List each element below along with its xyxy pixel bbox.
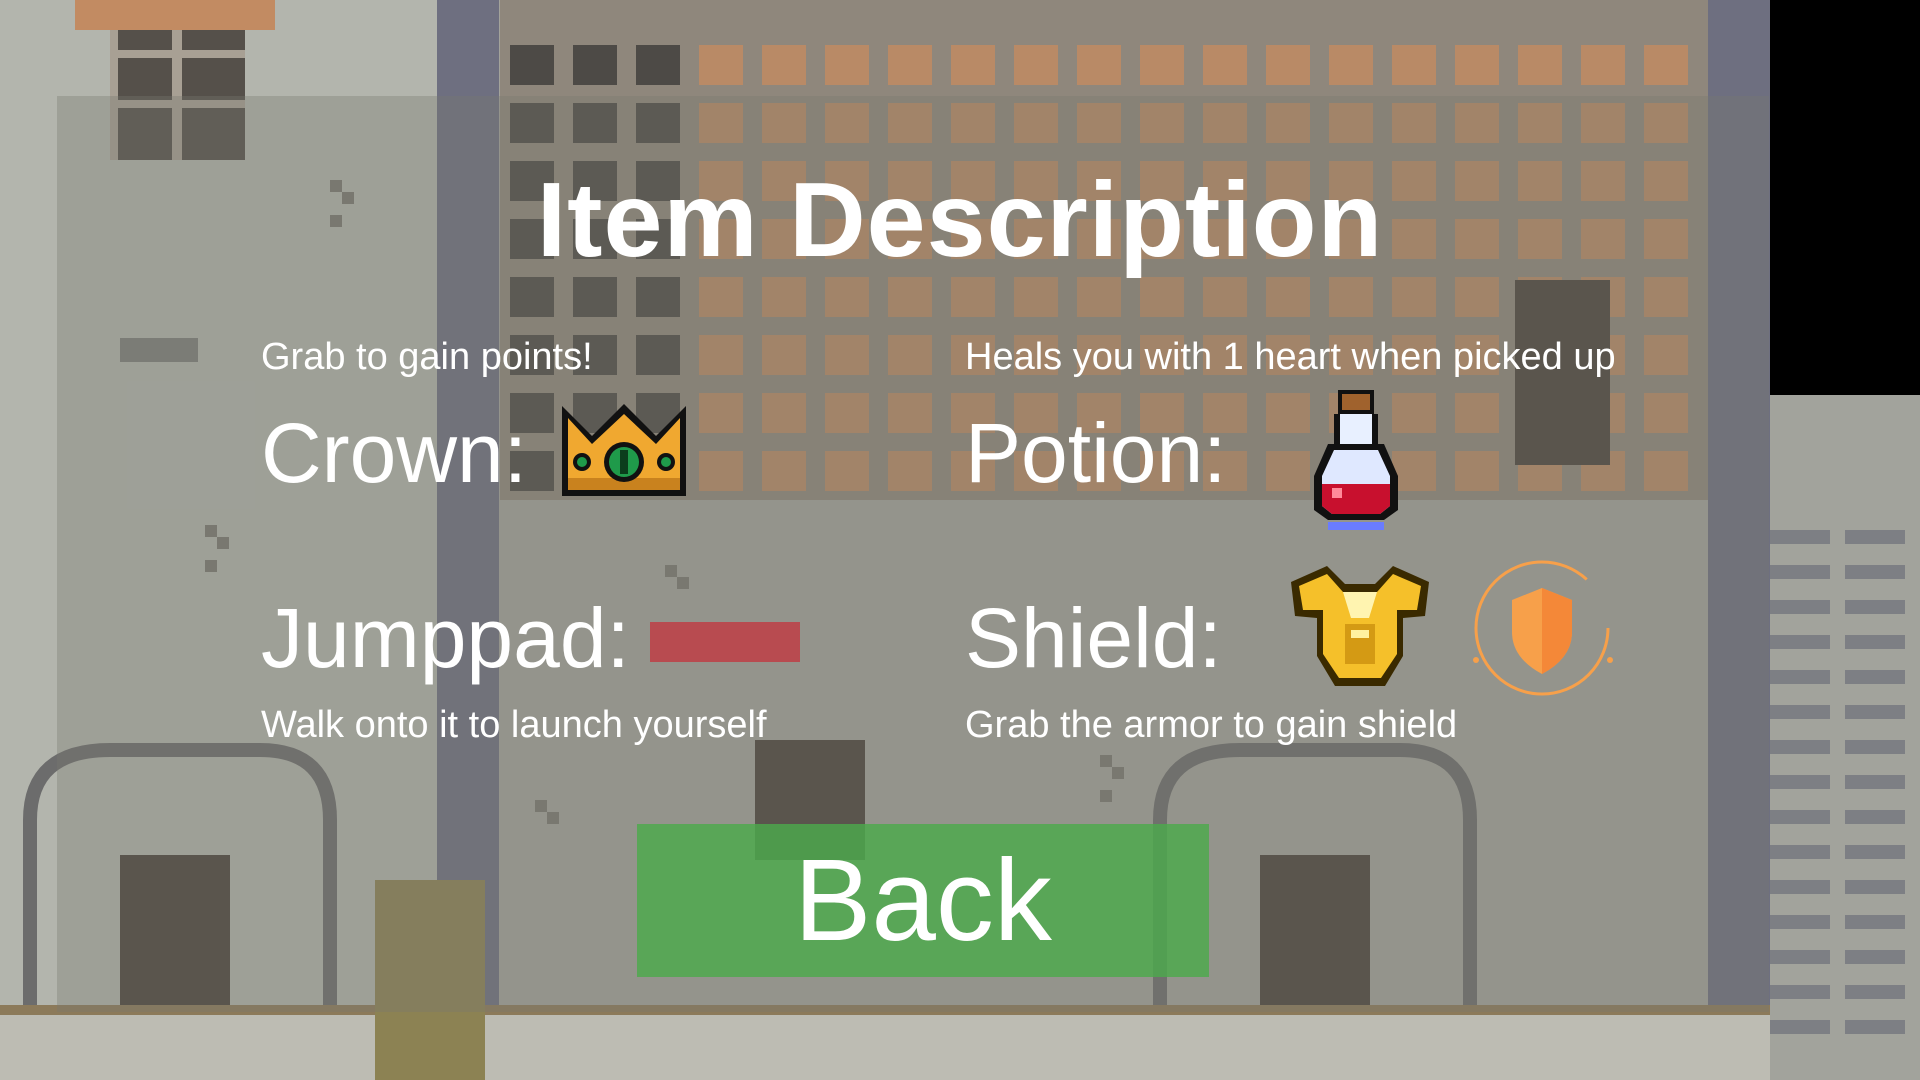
background-window-tile <box>1077 45 1121 85</box>
jumppad-label: Jumppad: <box>261 591 630 685</box>
potion-description: Heals you with 1 heart when picked up <box>965 336 1616 378</box>
background-window-tile <box>1455 45 1499 85</box>
background-window-tile <box>888 45 932 85</box>
background-window-tile <box>1203 45 1247 85</box>
background-window-tile <box>1014 45 1058 85</box>
background-window-tile <box>573 45 617 85</box>
jumppad-description: Walk onto it to launch yourself <box>261 704 767 746</box>
shield-badge-icon <box>1473 560 1613 696</box>
background-window-tile <box>825 45 869 85</box>
background-window-tile <box>1266 45 1310 85</box>
background-window-tile <box>1581 45 1625 85</box>
shield-label: Shield: <box>965 591 1222 685</box>
background-window-tile <box>636 45 680 85</box>
background-window-tile <box>951 45 995 85</box>
crown-description: Grab to gain points! <box>261 336 593 378</box>
screen-title: Item Description <box>536 161 1384 279</box>
background-window-tile <box>510 45 554 85</box>
potion-label: Potion: <box>965 406 1227 500</box>
back-button-label: Back <box>794 835 1052 965</box>
background-window-tile <box>1392 45 1436 85</box>
jumppad-block <box>650 622 800 662</box>
background-window-tile <box>699 45 743 85</box>
crown-label: Crown: <box>261 406 528 500</box>
armor-icon <box>1291 566 1429 686</box>
crown-icon <box>562 404 686 496</box>
shield-description: Grab the armor to gain shield <box>965 704 1458 746</box>
potion-icon <box>1314 390 1398 530</box>
back-button[interactable]: Back <box>637 824 1209 977</box>
background-window-tile <box>1329 45 1373 85</box>
background-window-tile <box>1644 45 1688 85</box>
background-window-tile <box>1140 45 1184 85</box>
background-window-tile <box>762 45 806 85</box>
background-window-tile <box>1518 45 1562 85</box>
